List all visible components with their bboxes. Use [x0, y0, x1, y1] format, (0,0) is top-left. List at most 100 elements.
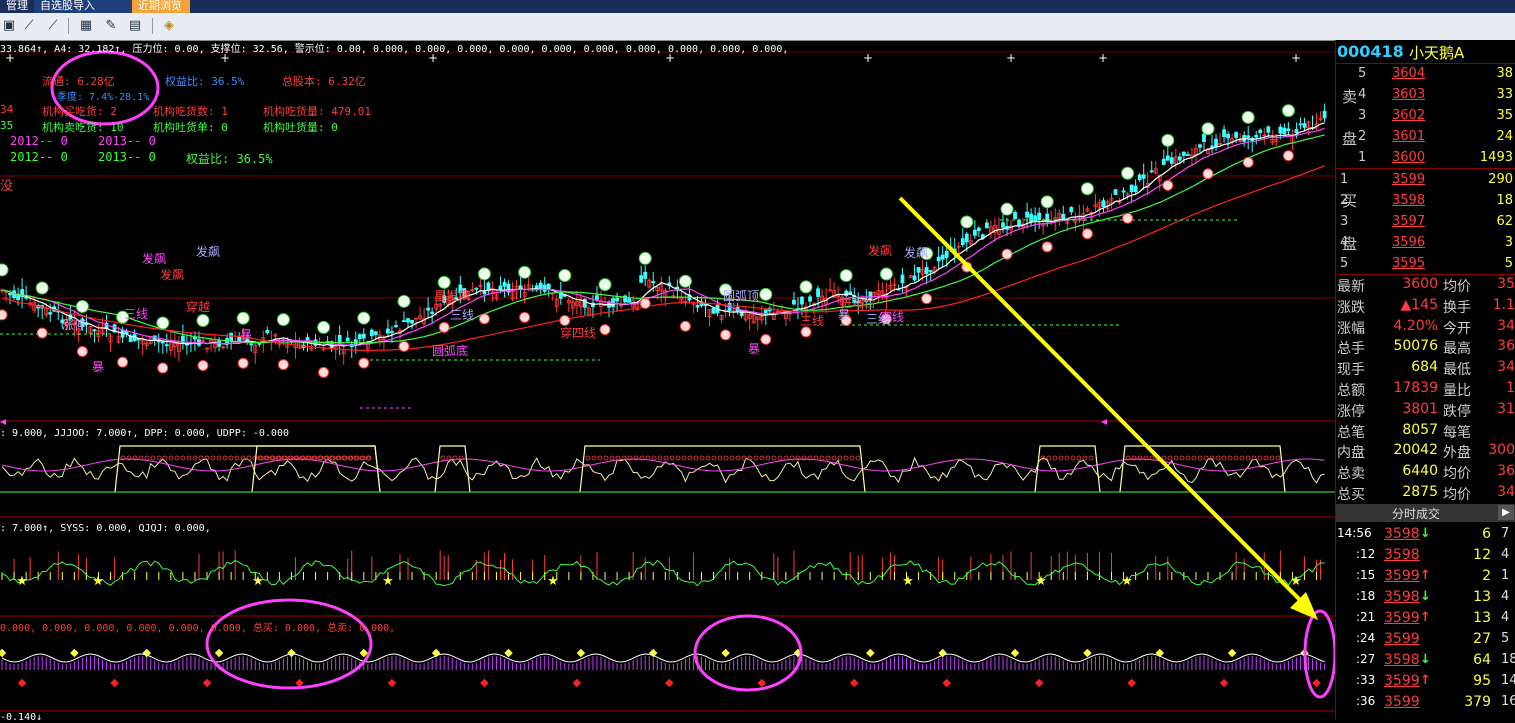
toolbar: ▣ ⟋ ⟋ ▦ ✎ ▤ ◈ [0, 13, 1515, 41]
star-icon: ★ [1290, 574, 1302, 589]
chevron-right-icon[interactable]: ▶ [1498, 505, 1514, 520]
order-level: 4 [1358, 87, 1367, 102]
info-2013a: 2013-- 0 [98, 134, 156, 148]
quote-value: 3801 [1402, 400, 1438, 417]
smiley-icon [0, 263, 9, 321]
draw-line-icon[interactable]: ⟋ [20, 17, 38, 35]
draw-tool-icon[interactable]: ⟋ [44, 17, 62, 35]
indicator3-values: : 7.000↑, SYSS: 0.000, QJQJ: 0.000, [0, 523, 211, 534]
indicator3-plot: ★ ★ ★ ★ ★ ★ ★ ★ ★ [1, 550, 1325, 589]
quote-label: 总手 [1337, 341, 1365, 358]
label-misc: 没 [0, 179, 14, 194]
kline-chart-svg: + + + + + +++ ★ ★ ★ ★ ★ ★ ★ ★ ★ [0, 50, 1335, 712]
indicator4-plot [0, 648, 1326, 688]
quote-value: 35 [1497, 276, 1515, 292]
yellow-arrow-line [898, 196, 1312, 612]
quote-value: 1 [1506, 380, 1515, 396]
quote-label: 最新 [1337, 279, 1365, 295]
info-jigou-chiliang: 机构吃货量: 479.01 [263, 105, 371, 118]
tab-manage[interactable]: 管理 [0, 0, 34, 13]
quote-value: 31 [1497, 400, 1515, 417]
pattern-label: 穿四线 [560, 326, 597, 340]
quote-label: 最低 [1443, 362, 1471, 379]
order-price: 3595 [1392, 256, 1426, 271]
order-price: 3596 [1392, 235, 1426, 250]
order-price: 3601 [1392, 129, 1426, 144]
trade-volume: 27 [1473, 631, 1491, 647]
info-left2: 35 [0, 119, 14, 132]
arrow-down-icon: ↓ [1420, 652, 1431, 667]
order-level: 2 [1340, 193, 1349, 208]
chart-icon[interactable]: ▣ [0, 17, 18, 35]
arrow-down-icon: ↓ [1420, 526, 1431, 541]
quote-label: 总买 [1337, 487, 1365, 503]
info-jigou-sell: 机构卖吃货: 10 [42, 121, 124, 134]
plus-marker-icon: + [1291, 51, 1301, 65]
pattern-label: 发飙 [142, 252, 167, 266]
quote-label: 均价 [1443, 466, 1471, 483]
indicator2-plot [0, 445, 1335, 493]
order-volume: 3 [1504, 235, 1513, 250]
trade-time: :21 [1356, 610, 1376, 624]
order-volume: 33 [1496, 87, 1513, 102]
trade-extra: 5 [1501, 631, 1510, 646]
pattern-label: 穿越 [186, 300, 211, 314]
grid-icon[interactable]: ▦ [77, 17, 95, 35]
sell-label-1: 卖 [1342, 88, 1358, 106]
quote-value: 684 [1411, 359, 1438, 376]
star-icon: ★ [252, 574, 264, 589]
star-icon: ★ [1035, 574, 1047, 589]
pattern-label: 三线 [124, 307, 149, 321]
highlight-ellipse [1303, 609, 1335, 699]
trade-volume: 13 [1473, 589, 1491, 605]
star-icon: ★ [382, 574, 394, 589]
info-jigou-buy: 机构买吃货: 2 [42, 105, 117, 118]
highlight-ellipse [205, 598, 373, 690]
quote-label: 均价 [1443, 487, 1471, 503]
info-left1: 34 [0, 103, 14, 116]
marker-icon [0, 419, 6, 425]
pattern-label: 圆弧底 [432, 344, 469, 358]
kline-chart-area[interactable]: + + + + + + + + ★ ★ ★ ★ ★ ★ ★ ★ ★ 33.864↑, A4: 32.182↑,… [0, 40, 1335, 723]
trade-time: :33 [1356, 673, 1376, 687]
stats-icon[interactable]: ▤ [126, 17, 144, 35]
order-price: 3600 [1392, 150, 1426, 165]
order-volume: 24 [1496, 129, 1513, 144]
tab-import-watchlist[interactable]: 自选股导入 [34, 0, 132, 13]
marker-icon [1101, 419, 1107, 425]
quote-label: 均价 [1443, 279, 1471, 295]
trade-price: 3598 [1384, 589, 1420, 605]
pattern-label: 星发飙 [434, 289, 471, 303]
tab-bar: 管理 自选股导入 近期浏览 [0, 0, 1515, 13]
quote-label: 每笔 [1443, 424, 1471, 441]
quote-label: 现手 [1337, 362, 1365, 379]
arrow-up-icon: ↑ [1420, 568, 1431, 583]
diamond-nav-icon[interactable]: ◈ [160, 17, 178, 35]
trade-time: :12 [1356, 547, 1376, 561]
quote-value: 34 [1497, 484, 1515, 500]
pattern-label: 发飙 [196, 245, 221, 259]
trades-header-bar[interactable]: 分时成交 ▶ [1336, 504, 1515, 522]
info-quanyi-top: 权益比: 36.5% [165, 75, 245, 88]
order-price: 3597 [1392, 214, 1426, 229]
info-2013b: 2013-- 0 [98, 150, 156, 164]
trade-volume: 6 [1482, 526, 1491, 542]
trade-extra: 4 [1501, 589, 1510, 604]
note-icon[interactable]: ✎ [102, 17, 120, 35]
quote-value: 36 [1497, 338, 1515, 355]
star-icon: ★ [1121, 574, 1133, 589]
quote-value: 2875 [1402, 484, 1438, 500]
trade-extra: 16 [1501, 694, 1515, 709]
pattern-label: 圆弧顶 [723, 289, 760, 303]
order-level: 5 [1358, 66, 1367, 81]
pattern-label: 三线 [800, 314, 825, 328]
order-volume: 5 [1504, 256, 1513, 271]
star-icon: ★ [16, 574, 28, 589]
sell-label-2: 盘 [1342, 130, 1358, 148]
trade-price: 3599 [1384, 610, 1420, 626]
tab-recent[interactable]: 近期浏览 [132, 0, 190, 13]
arrow-up-icon: ↑ [1420, 610, 1431, 625]
quote-value: 34 [1497, 359, 1515, 376]
trades-header: 分时成交 [1391, 507, 1440, 521]
trade-time: :24 [1356, 631, 1376, 645]
